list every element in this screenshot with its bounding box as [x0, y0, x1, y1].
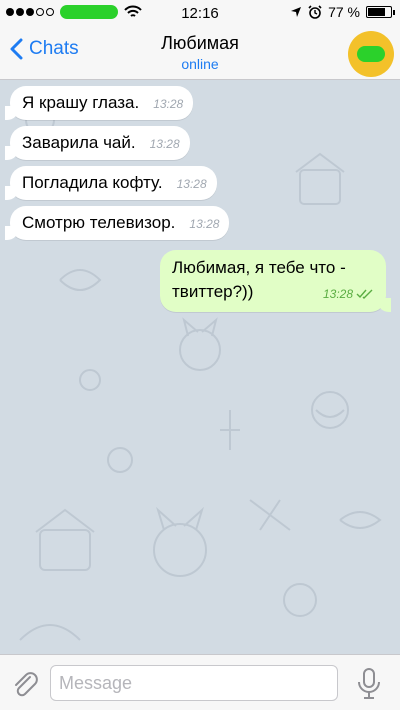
message-input[interactable] [50, 665, 338, 701]
message-time: 13:28 [322, 287, 353, 301]
message-time: 13:28 [189, 217, 220, 231]
message-bubble-incoming[interactable]: Заварила чай. 13:28 [5, 126, 190, 160]
message-text: Смотрю телевизор. [22, 213, 176, 232]
location-arrow-icon [291, 7, 302, 17]
paperclip-icon[interactable] [10, 669, 40, 699]
avatar-redaction [357, 46, 385, 62]
message-bubble-outgoing[interactable]: Любимая, я тебе что - твиттер?)) 13:28 [160, 250, 391, 312]
avatar[interactable] [348, 31, 394, 77]
contact-status: online [181, 56, 219, 72]
message-text: Заварила чай. [22, 133, 136, 152]
contact-name: Любимая [161, 33, 239, 53]
message-text: Погладила кофту. [22, 173, 163, 192]
message-time: 13:28 [176, 177, 207, 191]
message-list[interactable]: Я крашу глаза. 13:28 Заварила чай. 13:28 П… [0, 80, 400, 654]
battery-level [368, 8, 385, 16]
message-meta: 13:28 [323, 282, 374, 306]
message-time: 13:28 [153, 97, 184, 111]
message-time: 13:28 [149, 137, 180, 151]
status-right: 77 % [290, 4, 395, 20]
back-label: Chats [29, 38, 79, 59]
compose-bar [0, 654, 400, 710]
message-bubble-incoming[interactable]: Я крашу глаза. 13:28 [4, 86, 194, 120]
message-bubble-incoming[interactable]: Смотрю телевизор. 13:28 [4, 206, 230, 240]
chat-header: Chats Любимая online [0, 26, 400, 80]
chevron-left-icon [10, 38, 23, 60]
alarm-clock-icon [308, 5, 322, 19]
back-button[interactable]: Chats [10, 38, 79, 60]
battery-icon [366, 6, 395, 18]
battery-percent: 77 % [328, 4, 360, 20]
message-bubble-incoming[interactable]: Погладила кофту. 13:28 [5, 166, 217, 200]
contact-info[interactable]: Любимая online [100, 33, 300, 72]
double-check-icon [356, 289, 373, 299]
status-bar: 12:16 77 % [0, 0, 400, 26]
message-text: Я крашу глаза. [22, 93, 140, 112]
message-text: Любимая, я тебе что - твиттер?)) [172, 258, 346, 301]
microphone-icon[interactable] [356, 667, 382, 701]
